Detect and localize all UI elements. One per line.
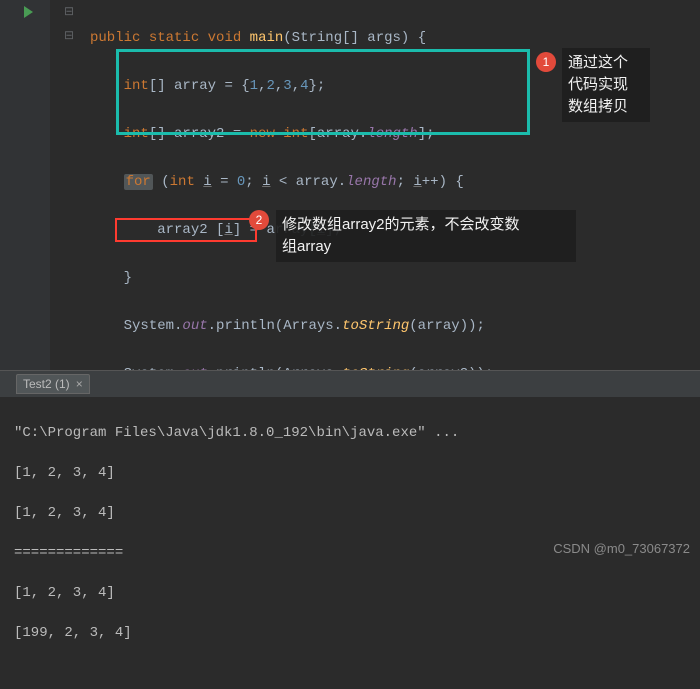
code-editor[interactable]: ⊟ ⊟ public static void main(String[] arg…: [0, 0, 700, 370]
code-line: }: [90, 266, 700, 290]
terminal-line: "C:\Program Files\Java\jdk1.8.0_192\bin\…: [14, 423, 686, 443]
code-line: System.out.println(Arrays.toString(array…: [90, 314, 700, 338]
code-line: int[] array2 = new int[array.length];: [90, 122, 700, 146]
close-icon[interactable]: ×: [76, 377, 83, 391]
terminal-line: [199, 2, 3, 4]: [14, 623, 686, 643]
terminal-line: [1, 2, 3, 4]: [14, 503, 686, 523]
code-line: array2 [i] = array[i];: [90, 218, 700, 242]
code-block[interactable]: public static void main(String[] args) {…: [0, 0, 700, 370]
code-line: for (int i = 0; i < array.length; i++) {: [90, 170, 700, 194]
watermark: CSDN @m0_73067372: [553, 541, 690, 556]
terminal-line: [1, 2, 3, 4]: [14, 583, 686, 603]
code-line: int[] array = {1,2,3,4};: [90, 74, 700, 98]
terminal-line: [1, 2, 3, 4]: [14, 463, 686, 483]
tab-label: Test2 (1): [23, 377, 70, 391]
code-line: System.out.println(Arrays.toString(array…: [90, 362, 700, 370]
code-line: public static void main(String[] args) {: [90, 26, 700, 50]
run-tab[interactable]: Test2 (1) ×: [16, 374, 90, 394]
console-tabbar: Test2 (1) ×: [0, 371, 700, 397]
console-panel: Test2 (1) × "C:\Program Files\Java\jdk1.…: [0, 370, 700, 562]
